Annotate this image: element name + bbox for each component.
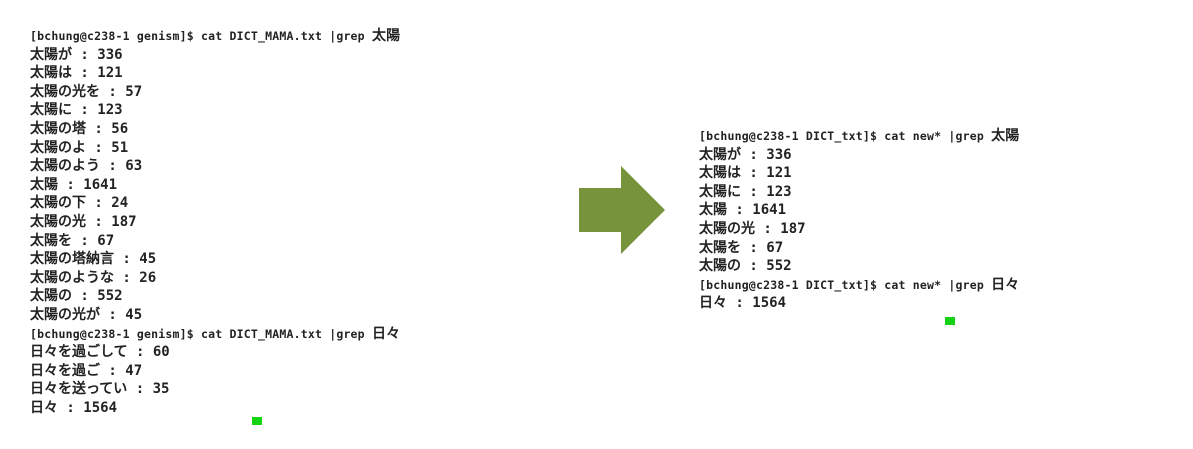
prompt-text: [bchung@c238-1 DICT_txt]$ cat new* |grep [699,129,992,143]
result-line: 太陽の : 552 [699,258,792,275]
command-line: [bchung@c238-1 DICT_txt]$ cat new* |grep… [699,276,1159,295]
result-line: 太陽のよ : 51 [30,139,129,156]
result-line: 日々を過ご : 47 [30,362,143,379]
result-line: 太陽に : 123 [30,102,123,119]
result-line: 太陽の光 : 187 [699,220,806,237]
terminal-cursor [945,316,955,325]
result-line: 太陽が : 336 [699,146,792,163]
result-line: 太陽の : 552 [30,288,123,305]
terminal-cursor [252,417,262,426]
result-line: 太陽は : 121 [30,65,123,82]
result-line: 太陽の光を : 57 [30,83,143,100]
cursor-row [30,417,550,435]
result-line: 日々 : 1564 [30,399,118,416]
result-line: 日々 : 1564 [699,295,787,312]
result-line: 太陽に : 123 [699,183,792,200]
result-line: 太陽は : 121 [699,165,792,182]
result-line: 太陽を : 67 [30,232,115,249]
result-line: 太陽の塔 : 56 [30,120,129,137]
result-line: 太陽の塔納言 : 45 [30,251,157,268]
result-line: 太陽のような : 26 [30,269,157,286]
prompt-text: [bchung@c238-1 DICT_txt]$ cat new* |grep [699,277,992,292]
grep-query: 太陽 [371,28,401,44]
grep-query: 太陽 [991,128,1020,144]
command-line: [bchung@c238-1 DICT_txt]$ cat new* |grep… [699,127,1159,146]
result-line: 太陽の光が : 45 [30,306,143,323]
result-line: 太陽の下 : 24 [30,195,129,212]
terminal-before: [bchung@c238-1 genism]$ cat DICT_MAMA.tx… [30,27,550,435]
result-line: 太陽のよう : 63 [30,158,143,175]
result-line: 太陽 : 1641 [30,176,118,193]
result-line: 太陽の光 : 187 [30,213,137,230]
arrow-shape [579,166,665,254]
command-line: [bchung@c238-1 genism]$ cat DICT_MAMA.tx… [30,325,550,344]
grep-query: 日々 [991,276,1020,293]
command-line: [bchung@c238-1 genism]$ cat DICT_MAMA.tx… [30,27,550,46]
result-line: 太陽を : 67 [699,239,784,256]
result-line: 日々を送ってい : 35 [30,381,170,398]
terminal-after: [bchung@c238-1 DICT_txt]$ cat new* |grep… [699,127,1159,331]
right-arrow-icon [579,166,665,254]
grep-query: 日々 [371,325,401,342]
prompt-text: [bchung@c238-1 genism]$ cat DICT_MAMA.tx… [30,326,372,341]
result-line: 太陽が : 336 [30,46,123,63]
result-line: 太陽 : 1641 [699,202,787,219]
prompt-text: [bchung@c238-1 genism]$ cat DICT_MAMA.tx… [30,29,372,43]
cursor-row [699,313,1159,331]
result-line: 日々を過ごして : 60 [30,344,170,361]
